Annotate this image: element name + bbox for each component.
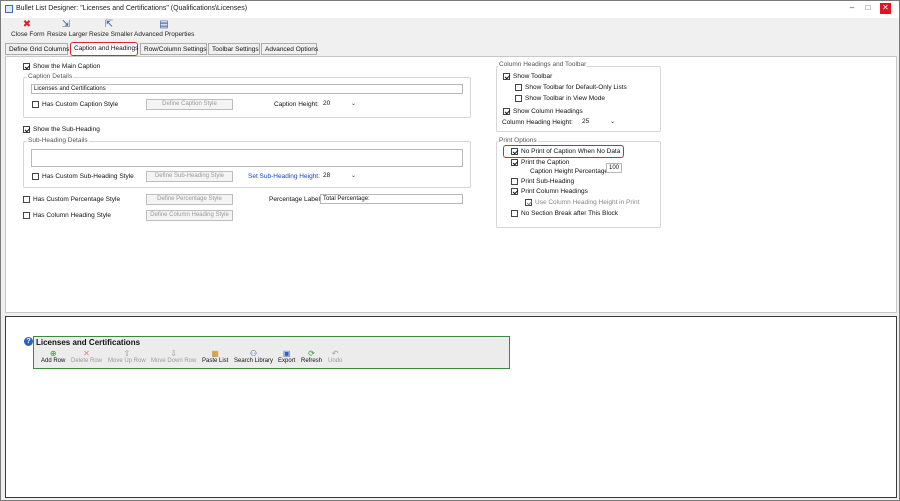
add-row-button[interactable]: ⊕ Add Row: [41, 349, 65, 364]
form-toolbar: ✖ Close Form ⇲ Resize Larger ⇱ Resize Sm…: [1, 18, 899, 42]
advanced-properties-button[interactable]: ▤ Advanced Properties: [134, 19, 194, 41]
checkbox-box: [511, 188, 518, 195]
define-column-heading-style-button[interactable]: Define Column Heading Style: [146, 210, 233, 221]
caption-headings-panel: Show the Main Caption Caption Details Li…: [5, 56, 897, 313]
percentage-label-caption: Percentage Label:: [269, 196, 322, 203]
has-column-heading-style-checkbox[interactable]: Has Column Heading Style: [23, 212, 111, 219]
caption-height-percentage-field[interactable]: 100: [606, 163, 622, 173]
column-heading-height-label: Column Heading Height:: [502, 119, 573, 126]
checkbox-box: [503, 108, 510, 115]
has-custom-sub-heading-style-checkbox[interactable]: Has Custom Sub-Heading Style: [32, 173, 134, 180]
minimize-button[interactable]: –: [847, 3, 857, 13]
chevron-down-icon: ⌄: [610, 119, 616, 125]
checkbox-box: [515, 95, 522, 102]
move-down-icon: ⇩: [170, 349, 178, 358]
export-icon: ▣: [282, 349, 291, 358]
title-bar: Bullet List Designer: "Licenses and Cert…: [1, 1, 899, 18]
help-icon[interactable]: ?: [24, 337, 33, 346]
show-toolbar-checkbox[interactable]: Show Toolbar: [503, 73, 552, 80]
define-sub-heading-style-button[interactable]: Define Sub-Heading Style: [146, 171, 233, 182]
bullet-list-preview: Licenses and Certifications ⊕ Add Row ✕ …: [33, 336, 510, 369]
checkbox-box: [515, 84, 522, 91]
has-custom-caption-style-checkbox[interactable]: Has Custom Caption Style: [32, 101, 118, 108]
column-headings-toolbar-title: Column Headings and Toolbar: [498, 61, 588, 68]
binoculars-icon: ⚇: [249, 349, 258, 358]
tab-toolbar-settings[interactable]: Toolbar Settings: [208, 43, 260, 55]
resize-smaller-icon: ⇱: [104, 19, 114, 30]
caption-height-label: Caption Height:: [274, 101, 319, 108]
set-sub-heading-height-label: Set Sub-Heading Height:: [248, 173, 320, 180]
caption-height-dropdown[interactable]: 20 ⌄: [323, 100, 359, 110]
checkbox-box: [511, 178, 518, 185]
export-button[interactable]: ▣ Export: [278, 349, 295, 364]
move-up-icon: ⇧: [123, 349, 131, 358]
define-caption-style-button[interactable]: Define Caption Style: [146, 99, 233, 110]
sub-heading-text-area[interactable]: [31, 149, 463, 167]
checkbox-box: [511, 159, 518, 166]
resize-smaller-button[interactable]: ⇱ Resize Smaller: [89, 19, 133, 41]
print-options-title: Print Options: [498, 137, 538, 144]
checkbox-box: [511, 210, 518, 217]
percentage-label-field[interactable]: Total Percentage:: [320, 194, 463, 204]
show-column-headings-checkbox[interactable]: Show Column Headings: [503, 108, 583, 115]
no-print-caption-checkbox[interactable]: No Print of Caption When No Data: [511, 148, 620, 155]
close-form-icon: ✖: [22, 19, 32, 30]
preview-pane: ? Licenses and Certifications ⊕ Add Row …: [5, 316, 897, 498]
no-section-break-checkbox[interactable]: No Section Break after This Block: [511, 210, 618, 217]
maximize-button[interactable]: □: [863, 3, 873, 13]
print-caption-checkbox[interactable]: Print the Caption: [511, 159, 569, 166]
checkbox-box: [503, 73, 510, 80]
show-sub-heading-checkbox[interactable]: Show the Sub-Heading: [23, 126, 100, 133]
caption-details-title: Caption Details: [27, 73, 74, 80]
checkbox-box: [23, 212, 30, 219]
tab-define-grid-columns[interactable]: Define Grid Columns: [5, 43, 69, 55]
refresh-icon: ⟳: [308, 349, 315, 358]
chevron-down-icon: ⌄: [351, 101, 357, 107]
paste-icon: ▦: [211, 349, 219, 358]
add-icon: ⊕: [49, 349, 57, 358]
column-heading-height-dropdown[interactable]: 25 ⌄: [582, 118, 618, 128]
caption-text-field[interactable]: Licenses and Certifications: [31, 84, 463, 94]
checkbox-box: [23, 63, 30, 70]
properties-icon: ▤: [159, 19, 169, 30]
has-custom-percentage-style-checkbox[interactable]: Has Custom Percentage Style: [23, 196, 120, 203]
tab-advanced-options[interactable]: Advanced Options: [261, 43, 318, 55]
undo-icon: ↶: [331, 349, 339, 358]
resize-larger-icon: ⇲: [61, 19, 71, 30]
print-sub-heading-checkbox[interactable]: Print Sub-Heading: [511, 178, 574, 185]
print-column-headings-checkbox[interactable]: Print Column Headings: [511, 188, 588, 195]
refresh-button[interactable]: ⟳ Refresh: [301, 349, 322, 364]
sub-heading-details-title: Sub-Heading Details: [27, 137, 89, 144]
paste-list-button[interactable]: ▦ Paste List: [202, 349, 228, 364]
preview-caption: Licenses and Certifications: [36, 338, 141, 347]
move-down-row-button[interactable]: ⇩ Move Down Row: [151, 349, 196, 364]
checkbox-box: [511, 148, 518, 155]
delete-icon: ✕: [83, 349, 90, 358]
search-library-button[interactable]: ⚇ Search Library: [234, 349, 273, 364]
move-up-row-button[interactable]: ⇧ Move Up Row: [108, 349, 146, 364]
use-column-heading-height-checkbox[interactable]: Use Column Heading Height in Print: [525, 199, 639, 206]
delete-row-button[interactable]: ✕ Delete Row: [71, 349, 102, 364]
tab-row-column-settings[interactable]: Row/Column Settings: [140, 43, 207, 55]
define-percentage-style-button[interactable]: Define Percentage Style: [146, 194, 233, 205]
show-toolbar-default-only-checkbox[interactable]: Show Toolbar for Default-Only Lists: [515, 84, 627, 91]
resize-larger-button[interactable]: ⇲ Resize Larger: [47, 19, 87, 41]
close-window-button[interactable]: ✕: [880, 3, 891, 14]
app-icon: [5, 5, 13, 13]
show-toolbar-view-mode-checkbox[interactable]: Show Toolbar in View Mode: [515, 95, 605, 102]
checkbox-box: [32, 101, 39, 108]
checkbox-box: [23, 196, 30, 203]
caption-height-percentage-label: Caption Height Percentage:: [530, 168, 610, 175]
undo-button[interactable]: ↶ Undo: [328, 349, 342, 364]
checkbox-box: [32, 173, 39, 180]
close-form-button[interactable]: ✖ Close Form: [11, 19, 45, 41]
designer-window: Bullet List Designer: "Licenses and Cert…: [0, 0, 900, 501]
sub-heading-height-dropdown[interactable]: 28 ⌄: [323, 172, 359, 182]
chevron-down-icon: ⌄: [351, 173, 357, 179]
tab-caption-and-headings[interactable]: Caption and Headings: [70, 42, 138, 56]
show-main-caption-checkbox[interactable]: Show the Main Caption: [23, 63, 100, 70]
window-title: Bullet List Designer: "Licenses and Cert…: [16, 5, 248, 12]
checkbox-box: [525, 199, 532, 206]
checkbox-box: [23, 126, 30, 133]
